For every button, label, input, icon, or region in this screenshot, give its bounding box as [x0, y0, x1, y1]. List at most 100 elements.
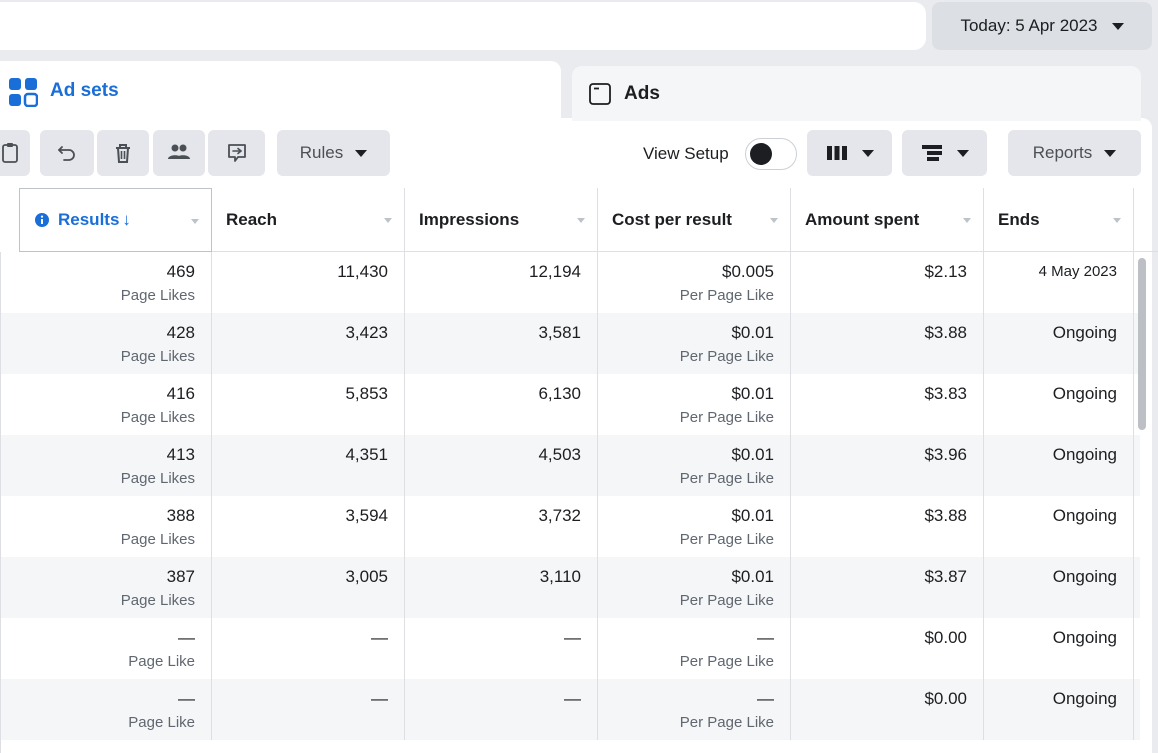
table-row[interactable]: 387 Page Likes 3,005 3,110 $0.01 Per Page Lik…	[0, 557, 1140, 618]
cell-ends: Ongoing	[984, 435, 1134, 496]
column-menu-caret-icon	[577, 218, 585, 223]
table-row[interactable]: 416 Page Likes 5,853 6,130 $0.01 Per Page Lik…	[0, 374, 1140, 435]
column-header-ends-label: Ends	[998, 209, 1040, 229]
cell-impressions-value: 4,503	[538, 445, 581, 464]
paste-button[interactable]	[0, 130, 30, 176]
cell-reach: —	[212, 679, 405, 740]
cell-cost-per-result: $0.01 Per Page Like	[598, 557, 791, 618]
cell-cost-per-result-unit: Per Page Like	[679, 653, 774, 670]
search-bar[interactable]	[0, 2, 926, 50]
cell-amount-spent-value: $2.13	[924, 262, 967, 281]
column-header-cost-per-result[interactable]: Cost per result	[598, 188, 791, 252]
cell-amount-spent-value: $3.83	[924, 384, 967, 403]
caret-down-icon	[1104, 149, 1117, 157]
cell-amount-spent-value: $0.00	[924, 628, 967, 647]
cell-cost-per-result: $0.01 Per Page Like	[598, 435, 791, 496]
cell-reach: 3,423	[212, 313, 405, 374]
table-row[interactable]: 428 Page Likes 3,423 3,581 $0.01 Per Page Lik…	[0, 313, 1140, 374]
clipboard-icon	[2, 143, 18, 163]
cell-ends-value: Ongoing	[1052, 506, 1117, 525]
table-row[interactable]: — Page Like — — — Per Page Like $0.00 Ongoing	[0, 618, 1140, 679]
cell-results-value: 428	[166, 323, 195, 342]
caret-down-icon	[1111, 22, 1124, 30]
delete-button[interactable]	[97, 130, 149, 176]
cell-cost-per-result-unit: Per Page Like	[679, 714, 774, 731]
date-range-label: Today: 5 Apr 2023	[960, 16, 1098, 35]
undo-button[interactable]	[40, 130, 94, 176]
cell-ends: Ongoing	[984, 557, 1134, 618]
cell-results: 388 Page Likes	[19, 496, 212, 557]
view-setup-toggle[interactable]	[745, 138, 797, 170]
column-header-reach[interactable]: Reach	[212, 188, 405, 252]
cell-cost-per-result-unit: Per Page Like	[679, 470, 774, 487]
reports-label: Reports	[1032, 143, 1093, 162]
cell-results-unit: Page Like	[128, 653, 195, 670]
cell-cost-per-result: $0.01 Per Page Like	[598, 313, 791, 374]
table-row[interactable]: 388 Page Likes 3,594 3,732 $0.01 Per Page Lik…	[0, 496, 1140, 557]
sort-arrow-down-icon: ↓	[122, 210, 131, 229]
column-header-amount-spent[interactable]: Amount spent	[791, 188, 984, 252]
cell-impressions-value: —	[564, 628, 581, 647]
cell-results: 387 Page Likes	[19, 557, 212, 618]
cell-amount-spent: $3.96	[791, 435, 984, 496]
column-header-next[interactable]	[1134, 188, 1158, 252]
columns-button[interactable]	[807, 130, 892, 176]
date-range-button[interactable]: Today: 5 Apr 2023	[932, 2, 1152, 50]
cell-reach: 5,853	[212, 374, 405, 435]
cell-reach-value: —	[371, 689, 388, 708]
column-menu-caret-icon	[963, 218, 971, 223]
undo-icon	[58, 146, 75, 161]
column-header-reach-label: Reach	[226, 209, 278, 229]
cell-amount-spent: $3.88	[791, 313, 984, 374]
rules-button[interactable]: Rules	[277, 130, 390, 176]
column-header-results[interactable]: Results ↓	[19, 188, 212, 252]
cell-impressions: —	[405, 679, 598, 740]
compare-button[interactable]	[208, 130, 265, 176]
breakdown-button[interactable]	[902, 130, 987, 176]
cell-results-unit: Page Likes	[120, 470, 195, 487]
table-row[interactable]: 469 Page Likes 11,430 12,194 $0.005 Per Page …	[0, 252, 1140, 313]
cell-reach-value: 5,853	[345, 384, 388, 403]
cell-results: 469 Page Likes	[19, 252, 212, 313]
cell-impressions: —	[405, 618, 598, 679]
cell-reach: 11,430	[212, 252, 405, 313]
column-header-impressions[interactable]: Impressions	[405, 188, 598, 252]
cell-amount-spent: $2.13	[791, 252, 984, 313]
cell-cost-per-result-unit: Per Page Like	[679, 531, 774, 548]
cell-cost-per-result-value: $0.005	[722, 262, 774, 281]
cell-results-value: 416	[166, 384, 195, 403]
tab-ads[interactable]: Ads	[572, 66, 1141, 121]
compare-icon	[227, 144, 246, 162]
cell-impressions-value: 3,732	[538, 506, 581, 525]
cell-amount-spent: $3.87	[791, 557, 984, 618]
caret-down-icon	[956, 149, 969, 157]
table-row[interactable]: — Page Like — — — Per Page Like $0.00 Ongoing	[0, 679, 1140, 740]
cell-results-value: 387	[166, 567, 195, 586]
cell-cost-per-result-value: $0.01	[731, 445, 774, 464]
cell-impressions: 3,732	[405, 496, 598, 557]
cell-cost-per-result-unit: Per Page Like	[679, 287, 774, 304]
cell-results-unit: Page Likes	[120, 592, 195, 609]
cell-cost-per-result: $0.01 Per Page Like	[598, 374, 791, 435]
ab-test-button[interactable]	[153, 130, 205, 176]
cell-results: 428 Page Likes	[19, 313, 212, 374]
cell-ends-value: Ongoing	[1052, 384, 1117, 403]
reports-button[interactable]: Reports	[1008, 130, 1141, 176]
cell-results-value: —	[178, 628, 195, 647]
column-menu-caret-icon	[770, 218, 778, 223]
cell-cost-per-result-value: —	[757, 628, 774, 647]
table-row[interactable]: 413 Page Likes 4,351 4,503 $0.01 Per Page Lik…	[0, 435, 1140, 496]
cell-results-unit: Page Likes	[120, 348, 195, 365]
column-header-ends[interactable]: Ends	[984, 188, 1134, 252]
cell-results: 413 Page Likes	[19, 435, 212, 496]
scrollbar-thumb[interactable]	[1138, 258, 1146, 430]
cell-results-value: —	[178, 689, 195, 708]
column-menu-caret-icon	[1113, 218, 1121, 223]
cell-amount-spent: $0.00	[791, 679, 984, 740]
cell-ends: Ongoing	[984, 679, 1134, 740]
cell-reach: 4,351	[212, 435, 405, 496]
tab-adsets[interactable]: Ad sets	[0, 61, 561, 131]
tab-ads-label: Ads	[624, 82, 660, 104]
cell-ends: Ongoing	[984, 374, 1134, 435]
left-border	[0, 252, 1, 753]
